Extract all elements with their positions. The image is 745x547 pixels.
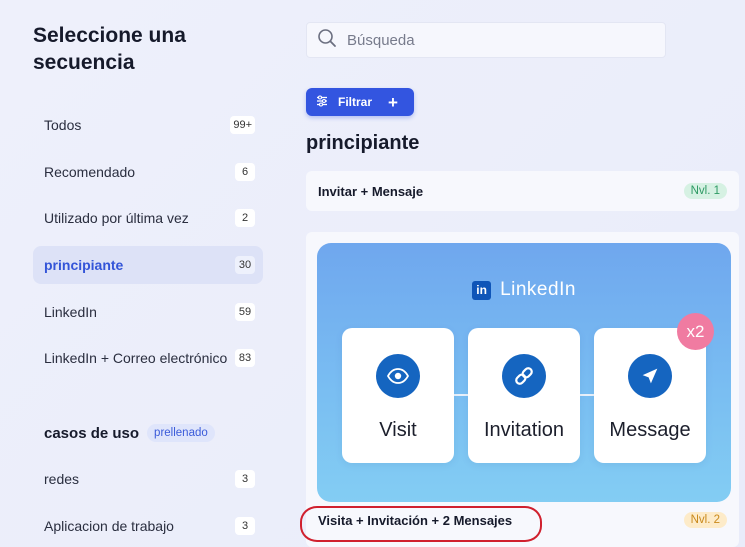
sequence-item-recomendado[interactable]: Recomendado 6 <box>33 153 263 191</box>
count-badge: 6 <box>235 162 255 181</box>
sequence-item-last-used[interactable]: Utilizado por última vez 2 <box>33 199 263 237</box>
sliders-icon <box>316 94 328 110</box>
filter-button-label: Filtrar <box>338 95 373 109</box>
sidebar-title: Seleccione una secuencia <box>33 24 186 74</box>
sequence-item-label: LinkedIn <box>44 303 97 320</box>
sequence-item-linkedin-email[interactable]: LinkedIn + Correo electrónico 83 <box>33 339 263 377</box>
count-badge: 99+ <box>230 116 255 134</box>
step-visit: Visit <box>342 328 454 463</box>
step-label: Message <box>609 419 691 441</box>
section-title: principiante <box>306 132 420 154</box>
sequence-item-principiante[interactable]: principiante 30 <box>33 246 263 285</box>
sidebar: Seleccione una secuencia Todos 99+ Recom… <box>0 0 290 547</box>
search-icon <box>317 28 337 53</box>
sequence-item-label: LinkedIn + Correo electrónico <box>44 350 228 367</box>
use-case-item-label: Aplicacion de trabajo <box>44 517 174 534</box>
filter-button[interactable]: Filtrar + <box>306 88 414 116</box>
linkedin-brand: in LinkedIn <box>317 279 731 301</box>
sequence-card[interactable]: Invitar + Mensaje Nvl. 1 <box>306 171 739 211</box>
count-badge: 83 <box>235 349 255 368</box>
sequence-card-footer: Visita + Invitación + 2 Mensajes Nvl. 2 <box>306 512 739 528</box>
use-case-item-label: redes <box>44 471 80 487</box>
use-cases-header: casos de uso prellenado <box>44 424 215 442</box>
sequence-card[interactable]: in LinkedIn Visit Invitation Message x2 … <box>306 232 739 547</box>
count-badge: 3 <box>235 516 255 535</box>
level-badge: Nvl. 2 <box>683 512 727 528</box>
step-invitation: Invitation <box>468 328 580 463</box>
count-badge: 30 <box>235 256 255 275</box>
use-case-item-job-application[interactable]: Aplicacion de trabajo 3 <box>33 507 263 545</box>
sequence-list: Todos 99+ Recomendado 6 Utilizado por úl… <box>33 106 263 386</box>
plus-icon: + <box>388 92 398 112</box>
main-content: Filtrar + principiante Invitar + Mensaje… <box>306 0 745 547</box>
sequence-item-label: principiante <box>44 257 124 274</box>
send-icon <box>628 354 672 398</box>
level-badge: Nvl. 1 <box>683 183 727 199</box>
search-box[interactable] <box>306 22 666 58</box>
use-case-list: redes 3 Aplicacion de trabajo 3 <box>33 460 263 547</box>
linkedin-brand-label: LinkedIn <box>500 279 576 300</box>
count-badge: 59 <box>235 302 255 321</box>
sequence-item-label: Utilizado por última vez <box>44 210 189 227</box>
message-multiplier-badge: x2 <box>677 313 714 350</box>
linkedin-icon: in <box>472 280 492 300</box>
sequence-item-linkedin[interactable]: LinkedIn 59 <box>33 293 263 331</box>
sequence-card-title: Visita + Invitación + 2 Mensajes <box>318 512 513 528</box>
search-input[interactable] <box>347 31 647 49</box>
count-badge: 2 <box>235 209 255 228</box>
sequence-preview: in LinkedIn Visit Invitation Message x2 <box>317 243 731 502</box>
eye-icon <box>376 354 420 398</box>
use-case-item-redes[interactable]: redes 3 <box>33 460 263 498</box>
step-label: Invitation <box>483 419 565 441</box>
count-badge: 3 <box>235 470 255 488</box>
sequence-item-todos[interactable]: Todos 99+ <box>33 106 263 144</box>
sequence-item-label: Recomendado <box>44 163 136 180</box>
sequence-card-title: Invitar + Mensaje <box>318 183 424 199</box>
use-cases-title: casos de uso <box>44 424 140 442</box>
link-icon <box>502 354 546 398</box>
step-label: Visit <box>379 419 417 441</box>
prefill-badge: prellenado <box>147 424 215 442</box>
sequence-item-label: Todos <box>44 117 82 133</box>
